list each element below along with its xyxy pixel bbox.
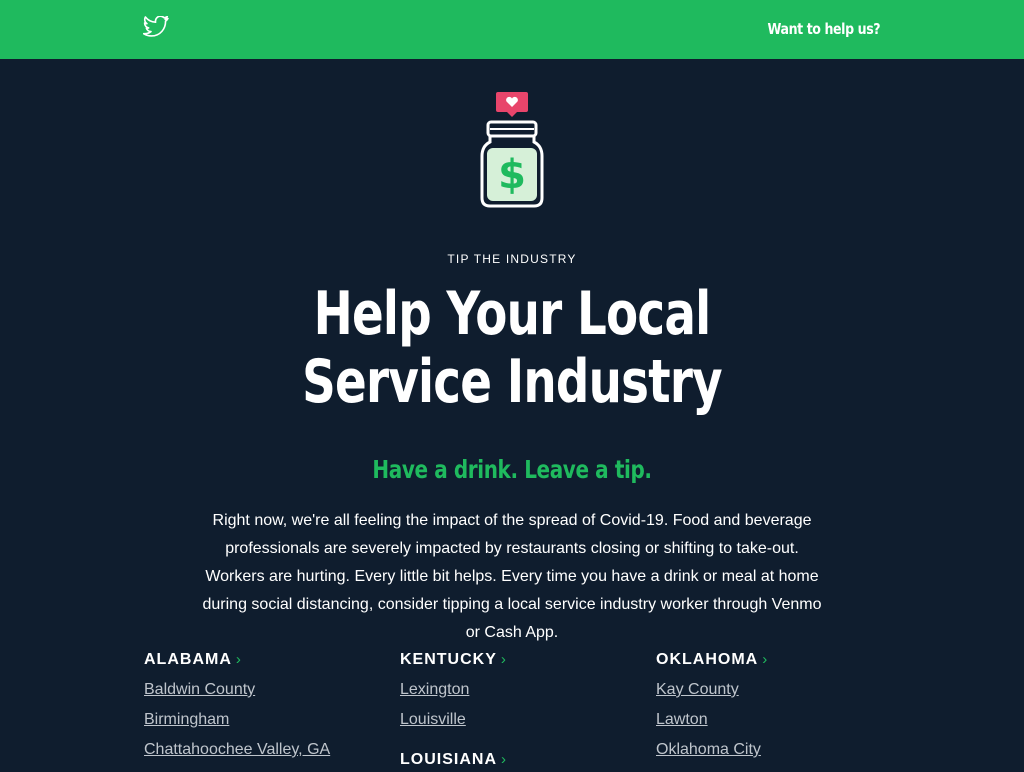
page-title-line-1: Help Your Local bbox=[313, 279, 712, 349]
city-link[interactable]: Oklahoma City bbox=[656, 738, 896, 762]
city-link[interactable]: Kay County bbox=[656, 678, 896, 702]
city-link[interactable]: Birmingham bbox=[144, 708, 384, 732]
top-bar: Want to help us? bbox=[0, 0, 1024, 59]
state-heading-louisiana[interactable]: LOUISIANA › bbox=[400, 748, 507, 772]
chevron-right-icon: › bbox=[762, 651, 769, 668]
tagline: Have a drink. Leave a tip. bbox=[372, 455, 652, 484]
city-link[interactable]: Lexington bbox=[400, 678, 640, 702]
chevron-right-icon: › bbox=[235, 651, 242, 668]
want-to-help-link[interactable]: Want to help us? bbox=[767, 20, 880, 38]
state-heading-alabama[interactable]: ALABAMA › bbox=[144, 648, 242, 672]
city-link[interactable]: Lawton bbox=[656, 708, 896, 732]
twitter-icon[interactable] bbox=[143, 16, 169, 38]
state-heading-oklahoma[interactable]: OKLAHOMA › bbox=[656, 648, 768, 672]
intro-paragraph: Right now, we're all feeling the impact … bbox=[202, 512, 822, 641]
chevron-right-icon: › bbox=[501, 751, 507, 768]
eyebrow-label: TIP THE INDUSTRY bbox=[447, 252, 577, 266]
city-link[interactable]: Louisville bbox=[400, 708, 640, 732]
state-name: LOUISIANA bbox=[400, 751, 497, 768]
city-link[interactable]: Chattahoochee Valley, GA bbox=[144, 738, 384, 762]
page-title-line-2: Service Industry bbox=[302, 347, 723, 417]
city-link[interactable]: Baldwin County bbox=[144, 678, 384, 702]
state-column-alabama: ALABAMA › Baldwin County Birmingham Chatt… bbox=[144, 648, 384, 762]
state-heading-kentucky[interactable]: KENTUCKY › bbox=[400, 648, 507, 672]
tip-jar-heart-icon: $ bbox=[480, 92, 544, 208]
state-column-kentucky: KENTUCKY › Lexington Louisville LOUISIANA… bbox=[400, 648, 640, 772]
state-name: KENTUCKY bbox=[400, 651, 497, 668]
state-column-oklahoma: OKLAHOMA › Kay County Lawton Oklahoma Cit… bbox=[656, 648, 896, 762]
svg-text:$: $ bbox=[498, 152, 526, 198]
chevron-right-icon: › bbox=[500, 651, 507, 668]
page-title: Help Your Local Service Industry bbox=[113, 280, 912, 416]
state-name: OKLAHOMA bbox=[656, 651, 759, 668]
state-name: ALABAMA bbox=[144, 651, 232, 668]
